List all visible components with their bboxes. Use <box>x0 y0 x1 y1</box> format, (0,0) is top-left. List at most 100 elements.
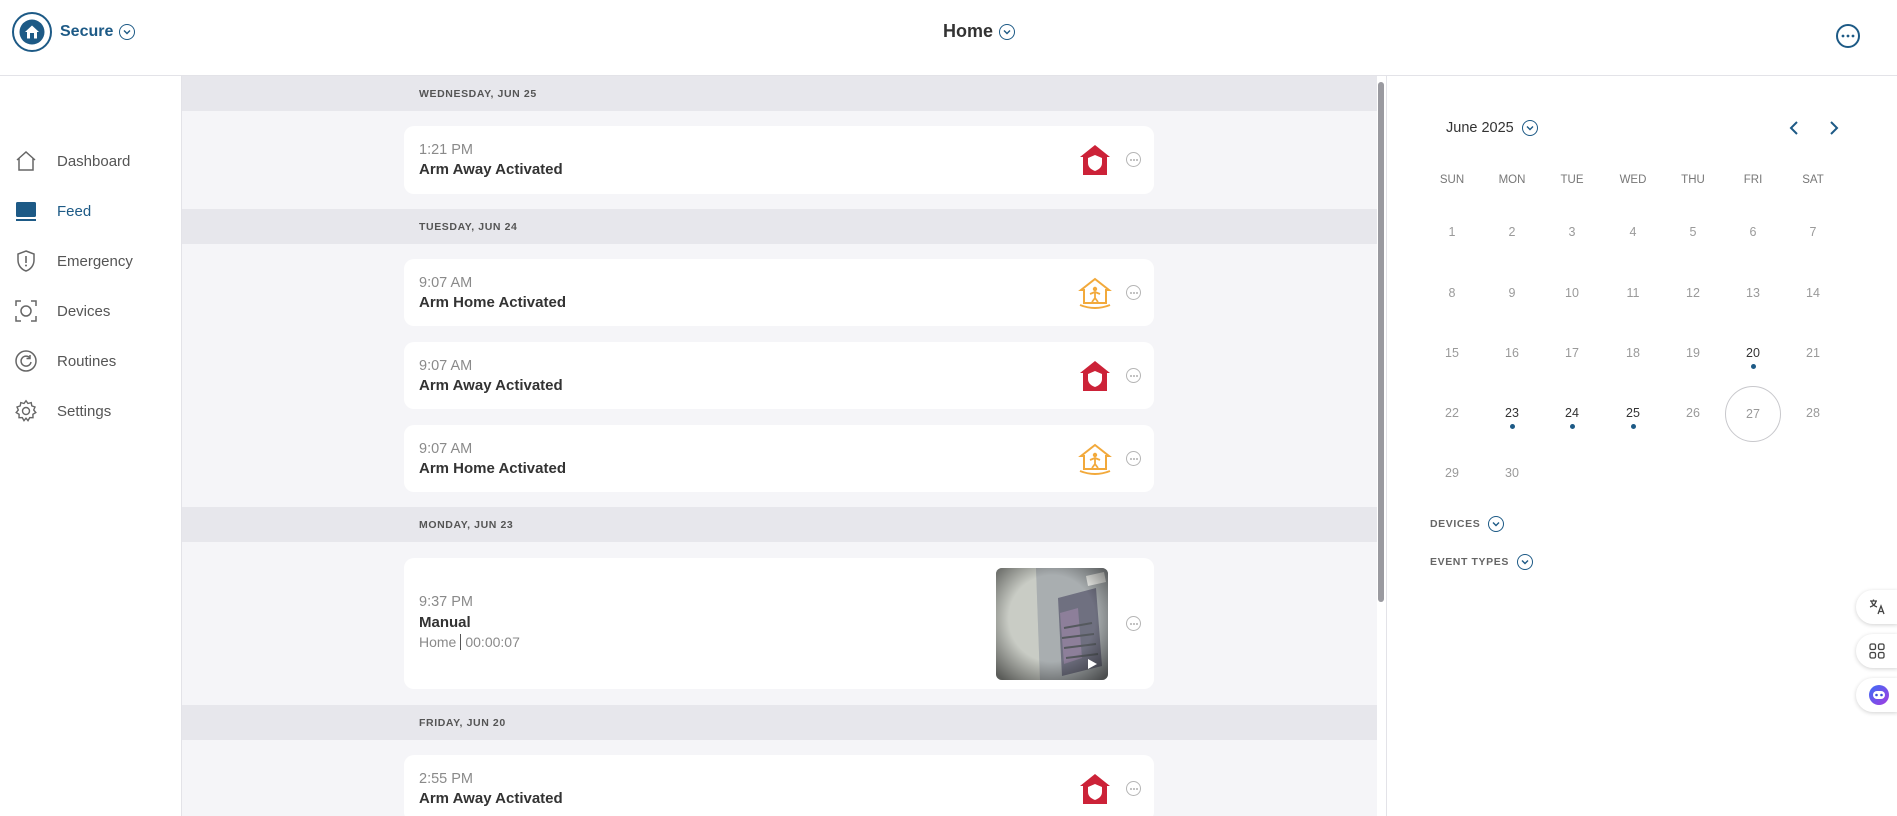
calendar-day[interactable]: 25 <box>1605 386 1661 442</box>
day-header-label: FRIDAY, JUN 20 <box>419 717 506 729</box>
sidebar-item-feed[interactable]: Feed <box>0 186 181 236</box>
event-card[interactable]: 9:07 AM Arm Home Activated <box>404 259 1154 326</box>
event-more-icon[interactable] <box>1126 451 1141 466</box>
calendar-day[interactable]: 8 <box>1424 266 1480 322</box>
calendar-panel: June 2025 SUN MON TUE WED THU FRI SAT 1 2 3 4 5 6 7 8 9… <box>1386 76 1897 816</box>
weekday-label: SUN <box>1439 174 1465 186</box>
event-location: Home <box>419 634 457 650</box>
event-card[interactable]: 2:55 PM Arm Away Activated <box>404 755 1154 816</box>
more-options-icon[interactable] <box>1836 24 1860 48</box>
event-more-icon[interactable] <box>1126 616 1141 631</box>
event-card[interactable]: 9:37 PM Manual Home 00:00:07 <box>404 558 1154 689</box>
calendar-day[interactable]: 7 <box>1785 205 1841 261</box>
event-indicator-dot <box>1570 424 1575 429</box>
weekday-label: WED <box>1619 174 1647 186</box>
calendar-day-number: 28 <box>1806 406 1820 420</box>
weekday-label: SAT <box>1802 174 1824 186</box>
top-header: Secure Home <box>0 0 1897 76</box>
calendar-day[interactable]: 13 <box>1725 266 1781 322</box>
calendar-day-number: 6 <box>1749 225 1757 239</box>
event-title: Arm Away Activated <box>419 790 563 807</box>
calendar-day[interactable]: 30 <box>1484 446 1540 502</box>
apps-tool[interactable] <box>1856 634 1897 668</box>
calendar-day[interactable]: 26 <box>1665 386 1721 442</box>
event-card[interactable]: 1:21 PM Arm Away Activated <box>404 126 1154 194</box>
calendar-day[interactable]: 28 <box>1785 386 1841 442</box>
calendar-day-number: 19 <box>1686 346 1700 360</box>
event-card[interactable]: 9:07 AM Arm Away Activated <box>404 342 1154 409</box>
event-indicator-dot <box>1631 424 1636 429</box>
calendar-day-number: 1 <box>1448 225 1456 239</box>
calendar-day[interactable]: 24 <box>1544 386 1600 442</box>
event-more-icon[interactable] <box>1126 285 1141 300</box>
calendar-day[interactable]: 9 <box>1484 266 1540 322</box>
calendar-day-number: 23 <box>1505 406 1519 420</box>
brand-switcher[interactable]: Secure <box>12 12 136 52</box>
calendar-day[interactable]: 22 <box>1424 386 1480 442</box>
assistant-tool[interactable] <box>1856 678 1897 712</box>
feed-scrollbar[interactable] <box>1378 82 1384 602</box>
devices-filter[interactable]: DEVICES <box>1430 516 1505 532</box>
previous-month-button[interactable] <box>1783 117 1805 139</box>
calendar-day-number: 16 <box>1505 346 1519 360</box>
arm-away-icon <box>1080 774 1110 804</box>
event-card[interactable]: 9:07 AM Arm Home Activated <box>404 425 1154 492</box>
calendar-day[interactable]: 11 <box>1605 266 1661 322</box>
chevron-right-icon <box>1830 121 1839 135</box>
event-time: 9:07 AM <box>419 275 473 291</box>
event-more-icon[interactable] <box>1126 368 1141 383</box>
calendar-day[interactable]: 4 <box>1605 205 1661 261</box>
day-header: WEDNESDAY, JUN 25 <box>182 76 1377 111</box>
calendar-day[interactable]: 27 <box>1725 386 1781 442</box>
sidebar-item-label: Emergency <box>57 252 133 270</box>
day-header-label: MONDAY, JUN 23 <box>419 519 514 531</box>
calendar-day-number: 14 <box>1806 286 1820 300</box>
calendar-day[interactable]: 14 <box>1785 266 1841 322</box>
calendar-day[interactable]: 1 <box>1424 205 1480 261</box>
calendar-day[interactable]: 10 <box>1544 266 1600 322</box>
calendar-day[interactable]: 3 <box>1544 205 1600 261</box>
event-feed: WEDNESDAY, JUN 25 1:21 PM Arm Away Activ… <box>182 76 1377 816</box>
month-selector[interactable]: June 2025 <box>1446 120 1538 136</box>
calendar-day[interactable]: 17 <box>1544 326 1600 382</box>
sidebar-item-routines[interactable]: Routines <box>0 336 181 386</box>
next-month-button[interactable] <box>1823 117 1845 139</box>
calendar-day[interactable]: 20 <box>1725 326 1781 382</box>
sidebar-item-dashboard[interactable]: Dashboard <box>0 136 181 186</box>
calendar-day[interactable]: 19 <box>1665 326 1721 382</box>
calendar-day[interactable]: 12 <box>1665 266 1721 322</box>
sidebar-item-label: Routines <box>57 352 117 370</box>
calendar-day-number: 2 <box>1508 225 1516 239</box>
translate-tool[interactable] <box>1856 590 1897 624</box>
calendar-day[interactable]: 29 <box>1424 446 1480 502</box>
calendar-day[interactable]: 16 <box>1484 326 1540 382</box>
sidebar-item-emergency[interactable]: Emergency <box>0 236 181 286</box>
event-types-filter[interactable]: EVENT TYPES <box>1430 554 1533 570</box>
calendar-day-number: 22 <box>1445 406 1459 420</box>
sidebar-item-devices[interactable]: Devices <box>0 286 181 336</box>
feed-icon <box>16 202 36 221</box>
location-selector[interactable]: Home <box>943 21 1016 42</box>
translate-icon <box>1869 599 1885 615</box>
page-title: Home <box>943 21 994 41</box>
calendar-day[interactable]: 2 <box>1484 205 1540 261</box>
routine-refresh-icon <box>15 350 37 372</box>
event-duration: 00:00:07 <box>465 634 520 650</box>
weekday-label: TUE <box>1560 174 1584 186</box>
chevron-down-icon <box>119 24 136 40</box>
event-more-icon[interactable] <box>1126 781 1141 796</box>
calendar-day[interactable]: 15 <box>1424 326 1480 382</box>
calendar-day[interactable]: 18 <box>1605 326 1661 382</box>
calendar-day[interactable]: 6 <box>1725 205 1781 261</box>
calendar-day-number: 5 <box>1689 225 1697 239</box>
calendar-day[interactable]: 23 <box>1484 386 1540 442</box>
video-thumbnail[interactable] <box>996 568 1108 680</box>
event-more-icon[interactable] <box>1126 152 1141 167</box>
event-subtitle: Home 00:00:07 <box>419 634 520 650</box>
calendar-day[interactable]: 21 <box>1785 326 1841 382</box>
event-time: 9:37 PM <box>419 594 473 610</box>
calendar-day[interactable]: 5 <box>1665 205 1721 261</box>
calendar-day-number: 10 <box>1565 286 1579 300</box>
sidebar-item-settings[interactable]: Settings <box>0 386 181 436</box>
calendar-day-number: 12 <box>1686 286 1700 300</box>
